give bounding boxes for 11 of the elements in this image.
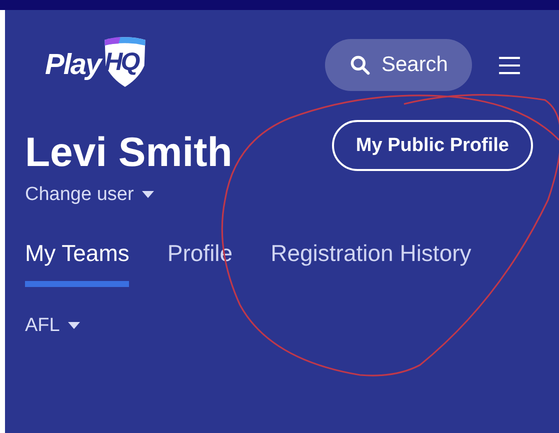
search-button[interactable]: Search — [325, 39, 472, 91]
tab[interactable]: My Teams — [25, 234, 130, 288]
tab[interactable]: Registration History — [270, 234, 472, 288]
user-name: Levi Smith — [25, 130, 232, 176]
caret-icon — [142, 191, 154, 200]
search-icon — [349, 54, 372, 76]
change-user-dropdown[interactable]: Change user — [25, 184, 154, 206]
caret-icon — [68, 322, 80, 330]
public-profile-button[interactable]: My Public Profile — [332, 120, 533, 171]
menu-icon[interactable] — [498, 56, 521, 74]
sport-dropdown[interactable]: AFL — [25, 315, 80, 338]
